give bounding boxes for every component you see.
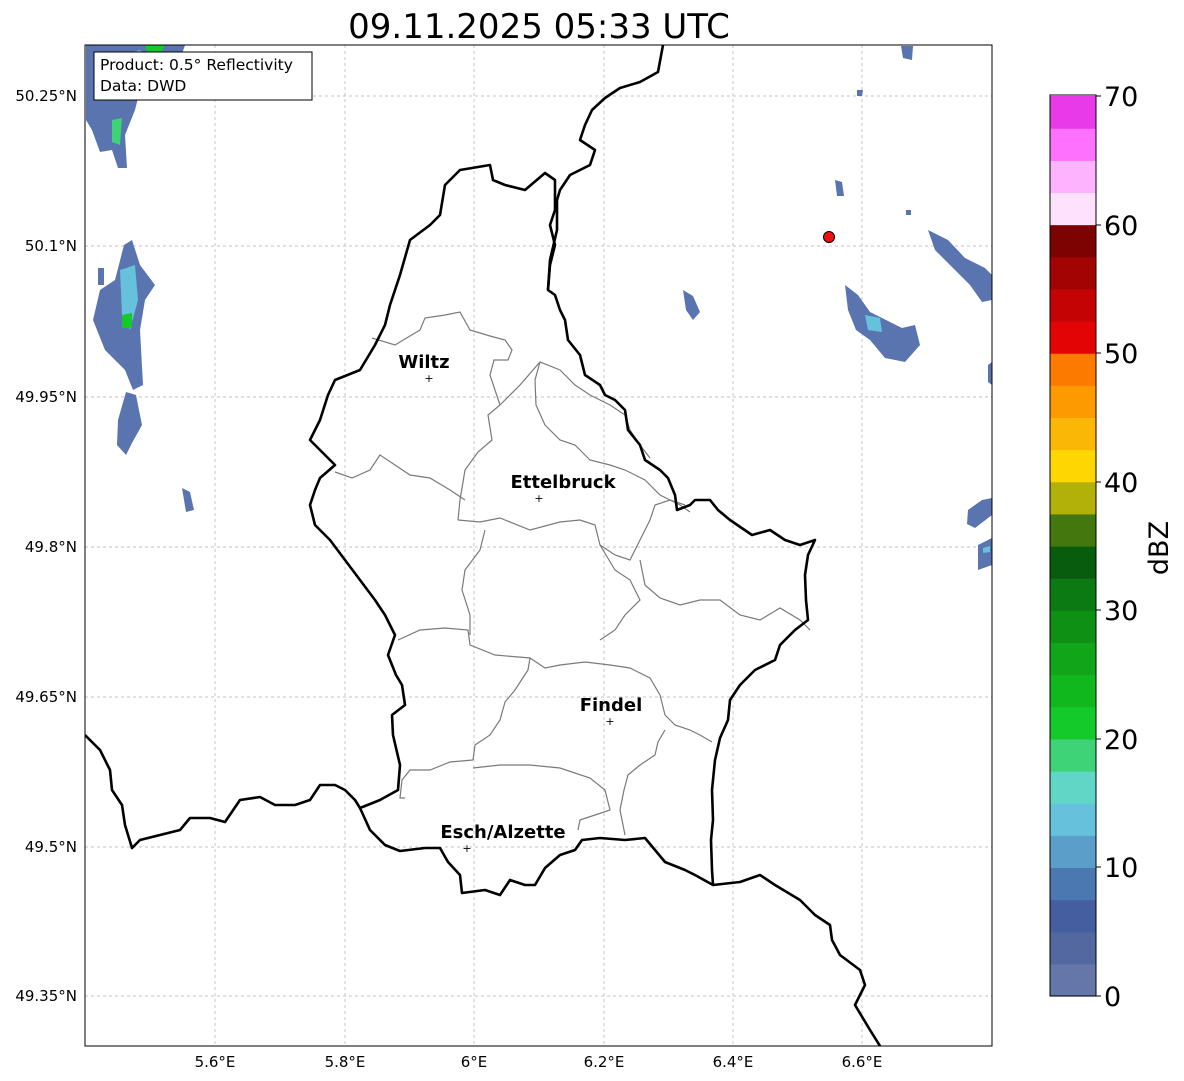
colorbar-swatch: [1050, 674, 1096, 708]
city-marker-icon: +: [462, 842, 471, 855]
colorbar-swatch: [1050, 160, 1096, 194]
colorbar-tick-label: 50: [1104, 339, 1138, 370]
colorbar-tick-labels: 0 10 20 30 40 50 60 70: [1104, 82, 1138, 1013]
info-box: Product: 0.5° Reflectivity Data: DWD: [93, 51, 313, 101]
colorbar-swatch: [1050, 610, 1096, 644]
colorbar-swatch: [1050, 288, 1096, 322]
city-marker-icon: +: [605, 715, 614, 728]
city-label: Wiltz: [398, 352, 449, 373]
colorbar-swatch: [1050, 931, 1096, 965]
longitude-labels: 5.6°E 5.8°E 6°E 6.2°E 6.4°E 6.6°E: [195, 1053, 883, 1071]
lon-label: 6.2°E: [584, 1053, 625, 1071]
colorbar-swatch: [1050, 899, 1096, 933]
colorbar-swatches: [1050, 96, 1096, 997]
city-label: Findel: [580, 695, 643, 716]
colorbar-swatch: [1050, 128, 1096, 161]
lon-label: 5.6°E: [195, 1053, 236, 1071]
info-data-source: Data: DWD: [100, 77, 186, 95]
colorbar-swatch: [1050, 867, 1096, 901]
latitude-labels: 50.25°N 50.1°N 49.95°N 49.8°N 49.65°N 49…: [15, 87, 77, 1005]
colorbar-swatch: [1050, 771, 1096, 804]
city-label: Esch/Alzette: [440, 822, 565, 843]
city-marker-icon: +: [424, 372, 433, 385]
colorbar-tick-label: 40: [1104, 468, 1138, 499]
colorbar-swatch: [1050, 513, 1096, 547]
colorbar-tick-label: 10: [1104, 853, 1138, 884]
lat-label: 49.95°N: [15, 388, 77, 406]
colorbar-swatch: [1050, 481, 1096, 515]
colorbar-swatch: [1050, 803, 1096, 836]
figure-title: 09.11.2025 05:33 UTC: [348, 7, 730, 47]
lon-label: 6.6°E: [842, 1053, 883, 1071]
colorbar-tick-label: 70: [1104, 82, 1138, 113]
colorbar-swatch: [1050, 256, 1096, 290]
colorbar-swatch: [1050, 546, 1096, 579]
colorbar-tick-label: 30: [1104, 596, 1138, 627]
colorbar-swatch: [1050, 417, 1096, 451]
info-product: Product: 0.5° Reflectivity: [100, 56, 293, 74]
colorbar-swatch: [1050, 224, 1096, 258]
colorbar-ticks: [1096, 95, 1101, 997]
lat-label: 49.35°N: [15, 987, 77, 1005]
colorbar-tick-label: 0: [1104, 982, 1121, 1013]
lon-label: 5.8°E: [325, 1053, 366, 1071]
city-marker-icon: +: [534, 492, 543, 505]
city-label: Ettelbruck: [510, 472, 616, 493]
colorbar-swatch: [1050, 963, 1096, 997]
colorbar-swatch: [1050, 835, 1096, 869]
lat-label: 49.5°N: [25, 838, 77, 856]
colorbar: 0 10 20 30 40 50 60 70 dBZ: [1049, 82, 1175, 1013]
radar-figure: 09.11.2025 05:33 UTC Wiltz + Ettelbruck …: [15, 7, 1175, 1071]
lat-label: 49.8°N: [25, 538, 77, 556]
lon-label: 6.4°E: [713, 1053, 754, 1071]
colorbar-tick-label: 60: [1104, 211, 1138, 242]
colorbar-axis-label: dBZ: [1144, 521, 1175, 575]
colorbar-swatch: [1050, 353, 1096, 386]
colorbar-tick-label: 20: [1104, 725, 1138, 756]
colorbar-swatch: [1050, 385, 1096, 419]
lat-label: 49.65°N: [15, 688, 77, 706]
map-background: [85, 45, 992, 1046]
lat-label: 50.1°N: [25, 237, 77, 255]
colorbar-swatch: [1050, 449, 1096, 483]
colorbar-swatch: [1050, 96, 1096, 129]
colorbar-swatch: [1050, 578, 1096, 611]
colorbar-swatch: [1050, 642, 1096, 676]
lat-label: 50.25°N: [15, 87, 77, 105]
colorbar-swatch: [1050, 738, 1096, 772]
colorbar-swatch: [1050, 321, 1096, 354]
radar-site-marker: [823, 231, 835, 243]
lon-label: 6°E: [461, 1053, 488, 1071]
map-panel: Wiltz + Ettelbruck + Findel + Esch/Alzet…: [84, 44, 993, 1047]
colorbar-swatch: [1050, 706, 1096, 740]
colorbar-swatch: [1050, 192, 1096, 226]
